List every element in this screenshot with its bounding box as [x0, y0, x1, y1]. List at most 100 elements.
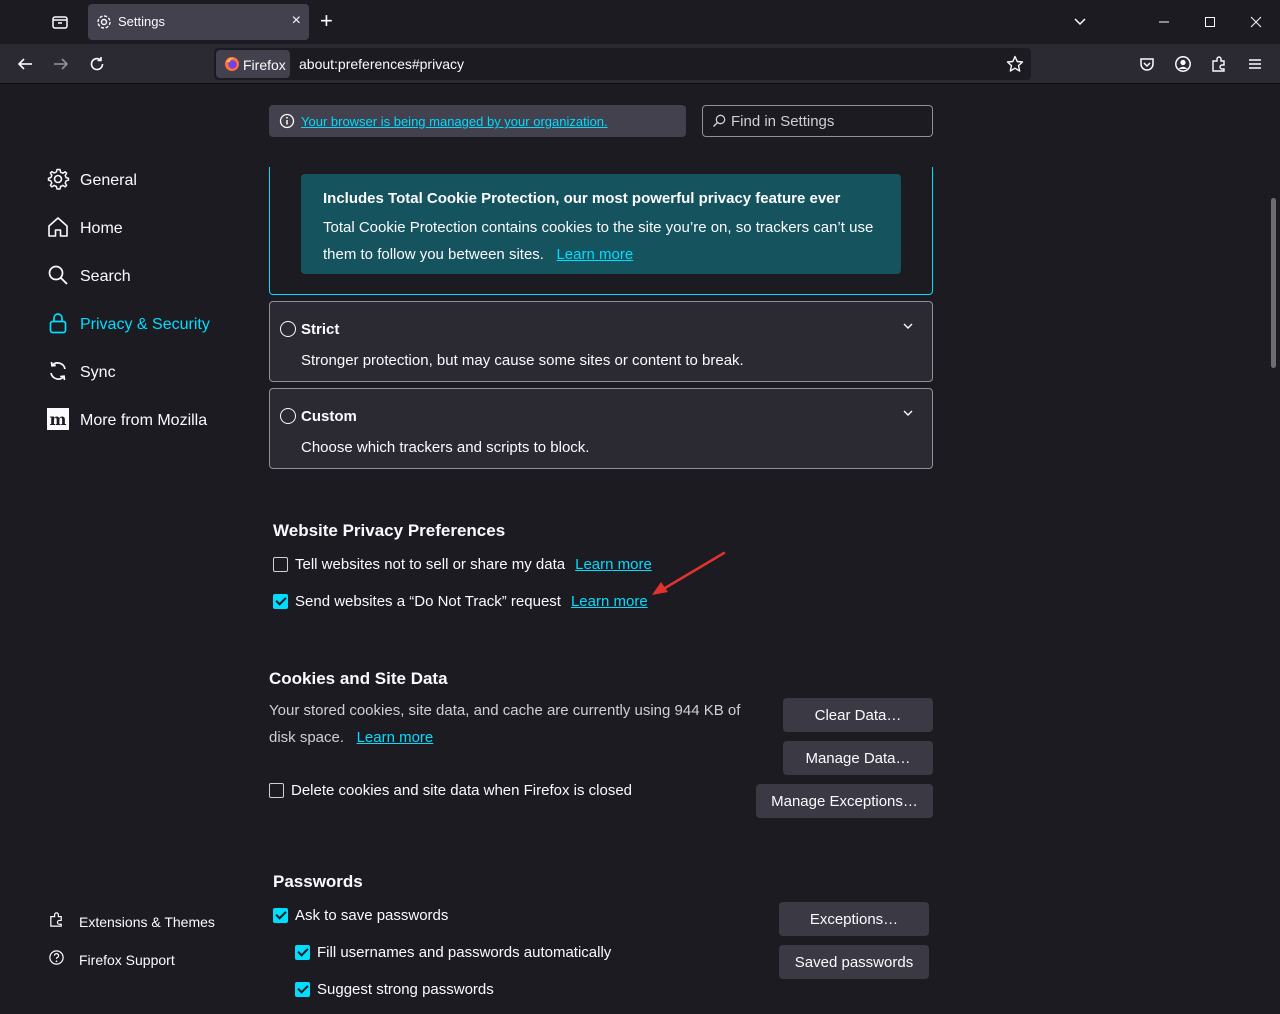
navigation-toolbar: Firefox about:preferences#privacy: [0, 44, 1280, 84]
tcp-description: Total Cookie Protection contains cookies…: [323, 219, 874, 263]
do-not-sell-checkbox[interactable]: [273, 557, 288, 572]
sidebar-item-sync[interactable]: Sync: [46, 357, 116, 389]
suggest-passwords-label: Suggest strong passwords: [317, 981, 494, 998]
find-in-settings-input[interactable]: Find in Settings: [702, 105, 933, 137]
tab-overview-icon[interactable]: [50, 12, 70, 32]
identity-box[interactable]: Firefox: [216, 50, 290, 78]
sidebar-item-extensions-themes[interactable]: Extensions & Themes: [48, 911, 215, 933]
scrollbar-thumb[interactable]: [1271, 198, 1276, 368]
total-cookie-protection-box: Includes Total Cookie Protection, our mo…: [301, 174, 901, 274]
password-exceptions-button[interactable]: Exceptions…: [779, 902, 929, 936]
pocket-icon[interactable]: [1135, 52, 1159, 76]
minimize-button[interactable]: [1152, 10, 1176, 34]
website-privacy-heading: Website Privacy Preferences: [273, 521, 506, 540]
gear-icon: [46, 167, 70, 196]
settings-content: Your browser is being managed by your or…: [0, 85, 1280, 1014]
custom-description: Choose which trackers and scripts to blo…: [301, 439, 590, 456]
custom-title: Custom: [301, 408, 357, 425]
ask-save-passwords-checkbox[interactable]: [273, 908, 288, 923]
bookmark-star-icon[interactable]: [1006, 55, 1024, 78]
chevron-down-icon[interactable]: [902, 319, 914, 337]
annotation-arrow-icon: [652, 551, 726, 595]
help-icon: [48, 949, 65, 971]
manage-data-button[interactable]: Manage Data…: [783, 741, 933, 775]
url-bar[interactable]: Firefox about:preferences#privacy: [214, 48, 1031, 80]
search-placeholder: Find in Settings: [731, 113, 835, 130]
sidebar-item-label: General: [80, 172, 137, 189]
do-not-sell-row[interactable]: Tell websites not to sell or share my da…: [273, 556, 652, 573]
url-text[interactable]: about:preferences#privacy: [299, 56, 464, 72]
mozilla-icon: m: [46, 407, 70, 436]
strict-title: Strict: [301, 321, 340, 338]
saved-passwords-button[interactable]: Saved passwords: [779, 945, 929, 979]
tcp-title: Includes Total Cookie Protection, our mo…: [323, 190, 841, 207]
passwords-heading: Passwords: [273, 872, 363, 891]
autofill-passwords-checkbox[interactable]: [295, 945, 310, 960]
identity-label: Firefox: [243, 57, 286, 73]
sidebar-item-firefox-support[interactable]: Firefox Support: [48, 949, 175, 971]
sidebar-item-label: Search: [80, 268, 131, 285]
tab-settings[interactable]: Settings ×: [88, 4, 309, 40]
sidebar-item-home[interactable]: Home: [46, 213, 123, 245]
tab-close-button[interactable]: ×: [292, 12, 301, 30]
tab-bar: Settings × +: [0, 0, 1280, 44]
delete-cookies-checkbox[interactable]: [269, 783, 284, 798]
puzzle-icon: [48, 911, 65, 933]
clear-data-button[interactable]: Clear Data…: [783, 698, 933, 732]
suggest-passwords-checkbox[interactable]: [295, 982, 310, 997]
tab-title: Settings: [118, 14, 165, 29]
cookies-heading: Cookies and Site Data: [269, 669, 448, 688]
search-icon: [46, 263, 70, 292]
manage-exceptions-button[interactable]: Manage Exceptions…: [756, 784, 933, 818]
do-not-track-learn-more-link[interactable]: Learn more: [571, 593, 648, 610]
do-not-sell-learn-more-link[interactable]: Learn more: [575, 556, 652, 573]
cookies-learn-more-link[interactable]: Learn more: [357, 729, 434, 746]
search-icon: [712, 114, 726, 133]
lock-icon: [46, 311, 70, 340]
sidebar-item-more-from-mozilla[interactable]: m More from Mozilla: [46, 405, 207, 437]
sidebar-item-label: Sync: [80, 364, 116, 381]
ask-save-passwords-row[interactable]: Ask to save passwords: [273, 907, 448, 924]
delete-cookies-label: Delete cookies and site data when Firefo…: [291, 782, 633, 799]
firefox-logo-icon: [224, 56, 240, 77]
managed-notice: Your browser is being managed by your or…: [269, 105, 686, 137]
sidebar-item-general[interactable]: General: [46, 165, 137, 197]
delete-cookies-row[interactable]: Delete cookies and site data when Firefo…: [269, 782, 632, 799]
do-not-track-row[interactable]: Send websites a “Do Not Track” request L…: [273, 593, 648, 610]
custom-radio[interactable]: [280, 408, 296, 424]
sync-icon: [46, 359, 70, 388]
sidebar-item-label: Firefox Support: [79, 952, 175, 968]
reload-button[interactable]: [85, 52, 109, 76]
autofill-passwords-row[interactable]: Fill usernames and passwords automatical…: [295, 944, 611, 961]
ask-save-passwords-label: Ask to save passwords: [295, 907, 449, 924]
suggest-passwords-row[interactable]: Suggest strong passwords: [295, 981, 494, 998]
sidebar-item-privacy-security[interactable]: Privacy & Security: [46, 309, 210, 341]
info-icon: [279, 113, 295, 134]
extensions-icon[interactable]: [1207, 52, 1231, 76]
do-not-track-label: Send websites a “Do Not Track” request: [295, 593, 561, 610]
close-window-button[interactable]: [1244, 10, 1268, 34]
strict-radio[interactable]: [280, 321, 296, 337]
chevron-down-icon[interactable]: [902, 406, 914, 424]
do-not-sell-label: Tell websites not to sell or share my da…: [295, 556, 566, 573]
menu-icon[interactable]: [1243, 52, 1267, 76]
sidebar-item-label: More from Mozilla: [80, 412, 208, 429]
sidebar-item-search[interactable]: Search: [46, 261, 131, 293]
back-button[interactable]: [13, 52, 37, 76]
tcp-learn-more-link[interactable]: Learn more: [556, 246, 633, 263]
sidebar-item-label: Privacy & Security: [80, 316, 210, 333]
maximize-button[interactable]: [1198, 10, 1222, 34]
forward-button[interactable]: [49, 52, 73, 76]
managed-policies-link[interactable]: Your browser is being managed by your or…: [301, 114, 608, 129]
list-all-tabs-button[interactable]: [1068, 10, 1092, 34]
autofill-passwords-label: Fill usernames and passwords automatical…: [317, 944, 612, 961]
custom-option-card[interactable]: Custom Choose which trackers and scripts…: [269, 388, 933, 469]
home-icon: [46, 215, 70, 244]
strict-option-card[interactable]: Strict Stronger protection, but may caus…: [269, 301, 933, 382]
account-icon[interactable]: [1171, 52, 1195, 76]
new-tab-button[interactable]: +: [320, 9, 333, 33]
gear-icon: [96, 14, 112, 35]
strict-description: Stronger protection, but may cause some …: [301, 352, 744, 369]
sidebar-item-label: Home: [80, 220, 123, 237]
do-not-track-checkbox[interactable]: [273, 594, 288, 609]
